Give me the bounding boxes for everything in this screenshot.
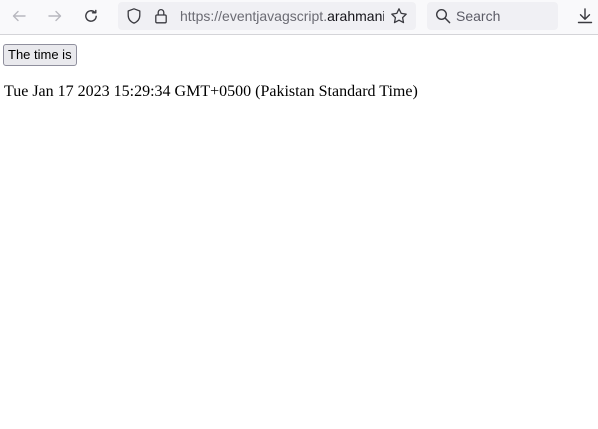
search-placeholder: Search [456,8,501,24]
time-output: Tue Jan 17 2023 15:29:34 GMT+0500 (Pakis… [4,83,418,100]
page-content: The time is Tue Jan 17 2023 15:29:34 GMT… [0,36,598,429]
star-icon[interactable] [390,7,408,30]
shield-icon[interactable] [125,7,143,30]
downloads-button[interactable] [571,4,598,28]
reload-button[interactable] [77,4,105,28]
show-time-button[interactable]: The time is [3,44,77,66]
url-scheme: https:// [180,8,223,24]
search-box[interactable]: Search [427,2,558,30]
reload-icon [83,8,99,24]
download-icon [576,7,594,25]
url-bar[interactable]: https://eventjavagscript.arahmani [118,2,416,30]
forward-button[interactable] [41,4,69,28]
lock-icon[interactable] [152,7,170,30]
browser-toolbar: https://eventjavagscript.arahmani Search [0,0,598,35]
back-button[interactable] [5,4,33,28]
arrow-left-icon [11,8,27,24]
url-host: arahmani [327,8,384,24]
url-text[interactable]: https://eventjavagscript.arahmani [180,8,384,24]
url-subdomain: eventjavagscript. [222,8,328,24]
arrow-right-icon [47,8,63,24]
search-icon [435,8,451,29]
